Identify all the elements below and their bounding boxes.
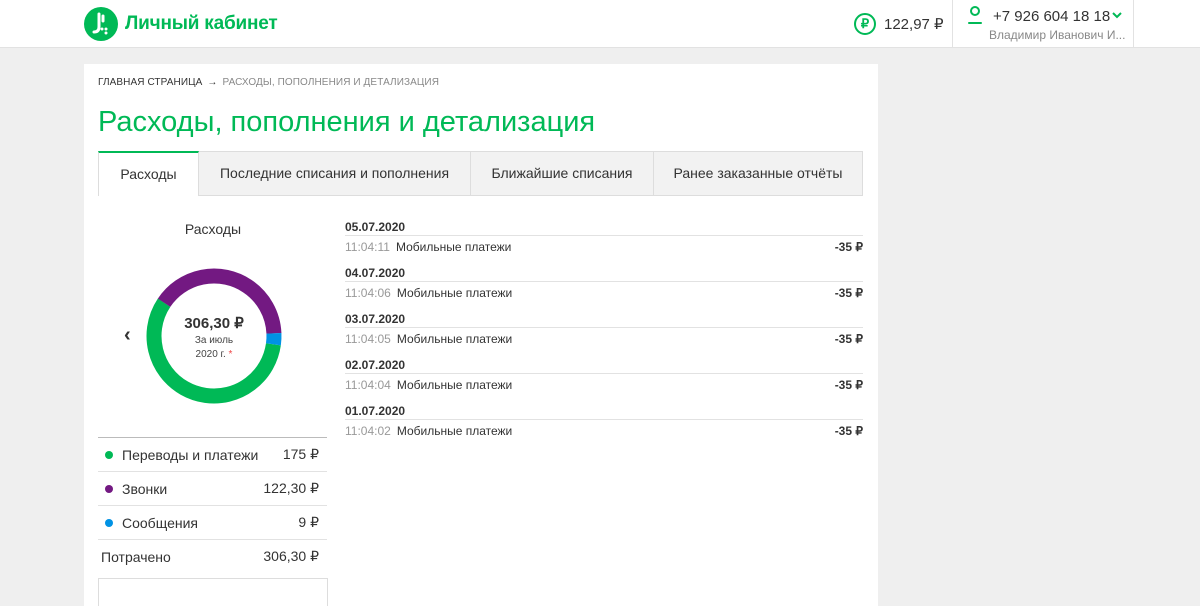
legend-row-messages: Сообщения 9 ₽: [98, 505, 327, 539]
transaction-date: 02.07.2020: [345, 358, 406, 372]
transaction-row[interactable]: 11:04:04 Мобильные платежи -35 ₽: [345, 373, 863, 395]
top-header: Личный кабинет ₽ 122,97 ₽ +7 926 604 18 …: [0, 0, 1200, 48]
breadcrumb-current: Расходы, пополнения и детализация: [222, 77, 440, 88]
transaction-time: 11:04:05: [345, 331, 391, 346]
legend-label: Переводы и платежи: [122, 446, 259, 463]
breadcrumb-home-link[interactable]: Главная страница: [98, 77, 202, 88]
info-box: [98, 578, 328, 606]
transaction-amount: -35 ₽: [834, 331, 863, 346]
transaction-group: 02.07.2020 11:04:04 Мобильные платежи -3…: [345, 357, 863, 403]
account-balance[interactable]: 122,97 ₽: [884, 15, 944, 33]
legend-label: Звонки: [122, 480, 168, 497]
transaction-time: 11:04:02: [345, 423, 391, 438]
header-divider-right: [1133, 0, 1134, 48]
transaction-amount: -35 ₽: [834, 423, 863, 438]
transaction-group: 05.07.2020 11:04:11 Мобильные платежи -3…: [345, 219, 863, 265]
transaction-row[interactable]: 11:04:05 Мобильные платежи -35 ₽: [345, 327, 863, 349]
donut-total-amount: 306,30 ₽: [184, 315, 244, 332]
legend-dot: [105, 518, 113, 527]
transaction-time: 11:04:11: [345, 239, 390, 254]
user-name[interactable]: Владимир Иванович И...: [989, 28, 1125, 42]
header-divider: [952, 0, 953, 48]
tab-recent-charges[interactable]: Последние списания и пополнения: [199, 151, 471, 196]
transaction-list: 05.07.2020 11:04:11 Мобильные платежи -3…: [345, 219, 863, 449]
brand-title[interactable]: Личный кабинет: [125, 13, 278, 35]
total-spent-row: Потрачено 306,30 ₽: [98, 539, 327, 573]
transaction-name: Мобильные платежи: [395, 239, 512, 254]
transaction-amount: -35 ₽: [834, 239, 863, 254]
donut-period: За июль 2020 г. *: [166, 334, 262, 362]
tab-expenses[interactable]: Расходы: [98, 151, 199, 196]
main-card: Главная страница → Расходы, пополнения и д…: [84, 64, 878, 606]
legend-value: 9 ₽: [298, 514, 319, 530]
legend-dot: [105, 484, 113, 493]
legend-value: 175 ₽: [282, 446, 319, 462]
transaction-group: 04.07.2020 11:04:06 Мобильные платежи -3…: [345, 265, 863, 311]
legend-label: Сообщения: [122, 514, 198, 531]
transaction-name: Мобильные платежи: [396, 423, 513, 438]
page-title: Расходы, пополнения и детализация: [98, 106, 596, 138]
expenses-title: Расходы: [184, 221, 242, 237]
transaction-row[interactable]: 11:04:11 Мобильные платежи -35 ₽: [345, 235, 863, 257]
megafon-logo-icon[interactable]: [84, 7, 118, 41]
tab-ordered-reports[interactable]: Ранее заказанные отчёты: [654, 151, 863, 196]
transaction-date: 03.07.2020: [345, 312, 406, 326]
ruble-icon: ₽: [854, 13, 876, 35]
transaction-row[interactable]: 11:04:06 Мобильные платежи -35 ₽: [345, 281, 863, 303]
transaction-date: 01.07.2020: [345, 404, 406, 418]
legend-row-transfers: Переводы и платежи 175 ₽: [98, 437, 327, 471]
transaction-group: 01.07.2020 11:04:02 Мобильные платежи -3…: [345, 403, 863, 449]
donut-period-month: За июль: [194, 335, 234, 346]
expenses-legend: Переводы и платежи 175 ₽ Звонки 122,30 ₽…: [98, 437, 327, 573]
chevron-down-icon[interactable]: [1112, 11, 1122, 19]
transaction-time: 11:04:04: [345, 377, 391, 392]
breadcrumb-arrow: →: [207, 77, 218, 88]
prev-period-button[interactable]: ‹: [124, 324, 131, 347]
breadcrumb: Главная страница → Расходы, пополнения и д…: [98, 77, 439, 88]
transaction-name: Мобильные платежи: [396, 377, 513, 392]
footnote-star: *: [228, 349, 233, 360]
donut-period-year: 2020 г.: [195, 349, 226, 360]
transaction-date: 04.07.2020: [345, 266, 406, 280]
transaction-group: 03.07.2020 11:04:05 Мобильные платежи -3…: [345, 311, 863, 357]
transaction-name: Мобильные платежи: [396, 331, 513, 346]
user-icon: [968, 6, 982, 24]
total-spent-label: Потрачено: [101, 548, 171, 565]
legend-value: 122,30 ₽: [263, 480, 319, 496]
legend-dot: [105, 450, 113, 459]
transaction-name: Мобильные платежи: [396, 285, 513, 300]
transaction-row[interactable]: 11:04:02 Мобильные платежи -35 ₽: [345, 419, 863, 441]
transaction-date: 05.07.2020: [345, 220, 406, 234]
transaction-amount: -35 ₽: [834, 285, 863, 300]
transaction-time: 11:04:06: [345, 285, 391, 300]
tab-upcoming-charges[interactable]: Ближайшие списания: [471, 151, 654, 196]
transaction-amount: -35 ₽: [834, 377, 863, 392]
tab-bar: Расходы Последние списания и пополнения …: [98, 151, 863, 196]
total-spent-value: 306,30 ₽: [263, 548, 319, 564]
user-phone[interactable]: +7 926 604 18 18: [993, 8, 1110, 25]
legend-row-calls: Звонки 122,30 ₽: [98, 471, 327, 505]
